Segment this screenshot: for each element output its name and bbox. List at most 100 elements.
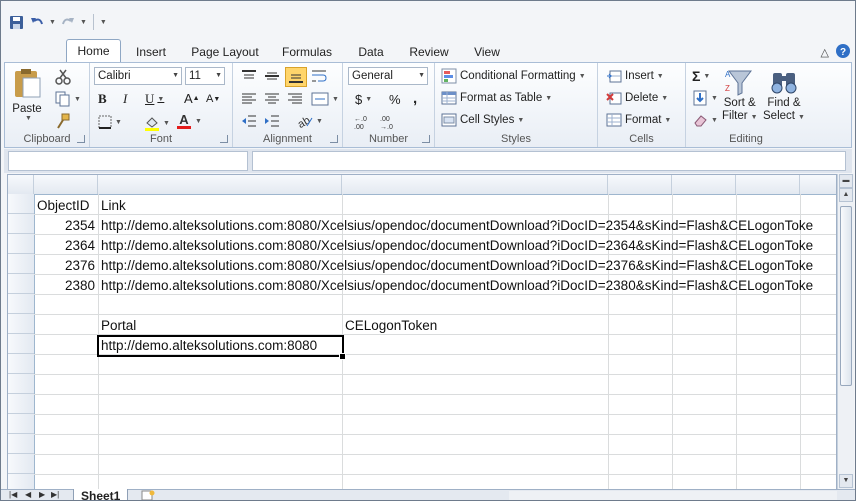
column-header[interactable] [34,175,98,194]
sort-filter-button[interactable]: AZ Sort & Filter ▼ [722,67,758,124]
column-header[interactable] [672,175,736,194]
column-header[interactable] [98,175,342,194]
merge-center-button[interactable]: ▼ [311,91,339,107]
italic-button[interactable]: I [123,91,127,107]
increase-font-button[interactable]: A ▲ [184,91,200,106]
delete-cells-button[interactable]: Delete ▼ [606,90,668,106]
undo-icon[interactable] [28,13,46,31]
tab-page-layout[interactable]: Page Layout [185,42,265,62]
split-box-icon[interactable]: ▬ [839,174,853,188]
tab-insert[interactable]: Insert [125,42,177,62]
link-cell[interactable]: http://demo.alteksolutions.com:8080/Xcel… [101,276,836,296]
column-header[interactable] [342,175,608,194]
clear-button[interactable]: ▼ [692,112,718,128]
tab-data[interactable]: Data [347,42,395,62]
column-header[interactable] [736,175,800,194]
fill-handle[interactable] [339,353,346,360]
scrollbar-thumb[interactable] [840,206,852,386]
undo-dropdown-icon[interactable]: ▼ [49,19,56,26]
increase-indent-button[interactable] [264,114,280,128]
currency-button[interactable]: $ ▼ [355,92,372,107]
portal-label-cell[interactable]: Portal [101,316,341,336]
customize-qat-icon[interactable]: ▼ [100,19,107,26]
row-header[interactable] [8,454,34,474]
align-right-button[interactable] [287,92,303,106]
first-sheet-icon[interactable]: |◀ [9,490,17,499]
decrease-indent-button[interactable] [241,114,257,128]
column-header[interactable] [800,175,836,194]
header-objectid-cell[interactable]: ObjectID [37,196,97,216]
next-sheet-icon[interactable]: ▶ [39,490,45,499]
objectid-cell[interactable]: 2354 [35,216,95,236]
redo-icon[interactable] [59,13,77,31]
insert-cells-button[interactable]: Insert ▼ [606,68,664,84]
alignment-launcher-icon[interactable] [330,135,338,143]
row-header[interactable] [8,214,34,234]
percent-button[interactable]: % [389,92,401,107]
insert-sheet-icon[interactable] [141,490,155,500]
center-button[interactable] [264,92,280,106]
link-cell[interactable]: http://demo.alteksolutions.com:8080/Xcel… [101,256,836,276]
save-icon[interactable] [7,13,25,31]
row-header[interactable] [8,194,34,214]
decrease-decimal-button[interactable]: .00 →.0 [379,114,401,130]
font-name-combo[interactable]: Calibri ▼ [94,67,182,85]
name-box[interactable] [8,151,248,171]
autosum-button[interactable]: Σ ▼ [692,68,710,84]
row-header[interactable] [8,294,34,314]
cut-button[interactable] [55,69,71,85]
link-cell[interactable]: http://demo.alteksolutions.com:8080/Xcel… [101,216,836,236]
row-header[interactable] [8,474,34,489]
borders-button[interactable]: ▼ [98,115,122,129]
format-painter-button[interactable] [55,113,71,129]
objectid-cell[interactable]: 2376 [35,256,95,276]
bold-button[interactable]: B [98,91,107,107]
paste-button[interactable]: Paste ▼ [12,67,42,122]
top-align-button[interactable] [241,69,257,83]
tab-formulas[interactable]: Formulas [275,42,339,62]
scroll-up-icon[interactable]: ▲ [839,188,853,202]
formula-input[interactable] [252,151,846,171]
row-header[interactable] [8,354,34,374]
tab-review[interactable]: Review [403,42,455,62]
vertical-scrollbar[interactable]: ▬ ▲ ▼ [837,174,854,490]
row-header[interactable] [8,434,34,454]
column-header[interactable] [608,175,672,194]
align-left-button[interactable] [241,92,257,106]
tab-view[interactable]: View [463,42,511,62]
tab-home[interactable]: Home [66,39,121,63]
sheet-tab-sheet1[interactable]: Sheet1 [73,489,129,500]
font-size-combo[interactable]: 11 ▼ [185,67,225,85]
row-header[interactable] [8,234,34,254]
format-cells-button[interactable]: Format ▼ [606,112,671,128]
format-as-table-button[interactable]: Format as Table ▼ [441,90,552,106]
horizontal-scrollbar[interactable] [509,491,837,500]
fill-color-button[interactable]: ▼ [144,115,170,131]
help-icon[interactable]: ? [835,43,851,62]
decrease-font-button[interactable]: A ▼ [206,93,220,105]
scroll-down-icon[interactable]: ▼ [839,474,853,488]
prev-sheet-icon[interactable]: ◀ [25,490,31,499]
font-launcher-icon[interactable] [220,135,228,143]
font-color-button[interactable]: A ▼ [176,113,202,130]
cell-styles-button[interactable]: Cell Styles ▼ [441,112,524,128]
clipboard-launcher-icon[interactable] [77,135,85,143]
find-select-button[interactable]: Find & Select ▼ [763,67,805,124]
bottom-align-button[interactable] [285,67,307,87]
last-sheet-icon[interactable]: ▶| [51,490,59,499]
orientation-button[interactable]: ab ▼ [295,113,323,129]
underline-button[interactable]: U ▼ [145,91,164,107]
increase-decimal-button[interactable]: ←.0.00 [353,114,375,130]
redo-dropdown-icon[interactable]: ▼ [80,19,87,26]
row-header[interactable] [8,414,34,434]
link-cell[interactable]: http://demo.alteksolutions.com:8080/Xcel… [101,236,836,256]
row-header[interactable] [8,254,34,274]
number-launcher-icon[interactable] [422,135,430,143]
objectid-cell[interactable]: 2380 [35,276,95,296]
header-link-cell[interactable]: Link [101,196,341,216]
objectid-cell[interactable]: 2364 [35,236,95,256]
wrap-text-button[interactable] [311,68,327,84]
middle-align-button[interactable] [264,69,280,83]
number-format-combo[interactable]: General ▼ [348,67,428,85]
copy-button[interactable]: ▼ [55,91,81,107]
